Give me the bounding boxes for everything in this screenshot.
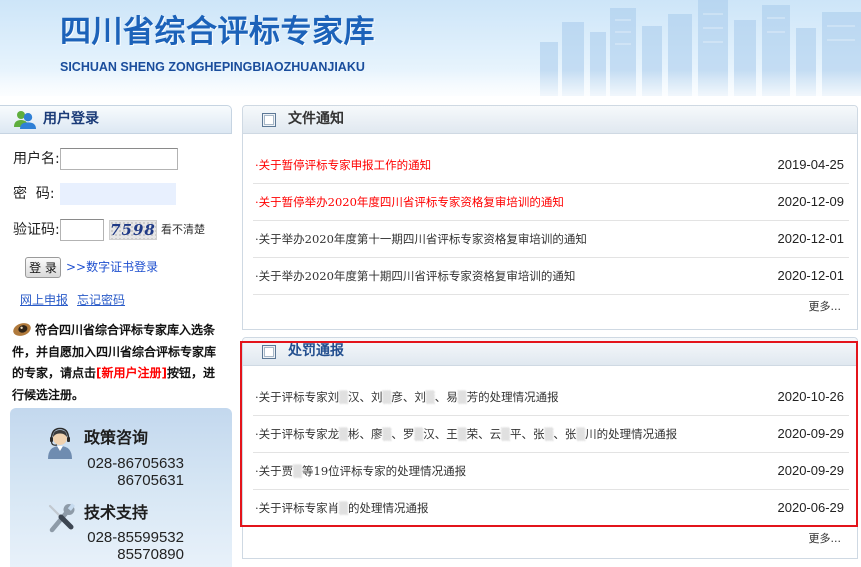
notice-icon xyxy=(12,322,32,337)
panel-title: 处罚通报 xyxy=(288,343,344,359)
new-user-register-link[interactable]: [新用户注册] xyxy=(96,366,167,380)
list-item: ·关于举办2020年度第十一期四川省评标专家资格复审培训的通知 2020-12-… xyxy=(253,221,849,258)
panel-title: 文件通知 xyxy=(288,111,344,127)
list-item: ·关于评标专家刘▒汉、刘▒彦、刘▒、易▒芳的处理情况通报 2020-10-26 xyxy=(253,379,849,416)
contact-phone: 86705631 xyxy=(117,472,184,489)
penalty-link[interactable]: ·关于评标专家刘▒汉、刘▒彦、刘▒、易▒芳的处理情况通报 xyxy=(255,379,559,415)
site-header-banner: 四川省综合评标专家库 SICHUAN SHENG ZONGHEPINGBIAOZ… xyxy=(0,0,861,96)
notice-date: 2020-12-01 xyxy=(777,231,845,246)
tools-icon xyxy=(46,502,76,534)
penalty-link[interactable]: ·关于贾▒等19位评标专家的处理情况通报 xyxy=(255,453,466,489)
captcha-label: 验证码: xyxy=(13,222,60,238)
username-input[interactable] xyxy=(60,148,178,170)
list-item: ·关于暂停评标专家申报工作的通知 2019-04-25 xyxy=(253,147,849,184)
password-input[interactable] xyxy=(60,183,176,205)
list-item: ·关于贾▒等19位评标专家的处理情况通报 2020-09-29 xyxy=(253,453,849,490)
penalty-notice-panel: 处罚通报 ·关于评标专家刘▒汉、刘▒彦、刘▒、易▒芳的处理情况通报 2020-1… xyxy=(242,337,858,559)
login-panel-header: 用户登录 xyxy=(0,105,232,134)
registration-notice: 符合四川省综合评标专家库入选条件，并自愿加入四川省综合评标专家库的专家，请点击[… xyxy=(12,320,225,406)
penalty-date: 2020-09-29 xyxy=(777,463,845,478)
panel-square-icon xyxy=(262,113,276,127)
penalty-list: ·关于评标专家刘▒汉、刘▒彦、刘▒、易▒芳的处理情况通报 2020-10-26 … xyxy=(253,379,849,527)
contact-info-box: 政策咨询 028-86705633 86705631 技术支持 028-8559… xyxy=(10,408,232,567)
captcha-image[interactable]: 7598 xyxy=(109,220,157,240)
list-item: ·关于暂停举办2020年度四川省评标专家资格复审培训的通知 2020-12-09 xyxy=(253,184,849,221)
panel-header: 文件通知 xyxy=(243,106,857,134)
notice-date: 2020-12-09 xyxy=(777,194,845,209)
notice-link[interactable]: ·关于暂停举办2020年度四川省评标专家资格复审培训的通知 xyxy=(255,184,564,220)
contact-title: 政策咨询 xyxy=(84,428,149,447)
notice-link[interactable]: ·关于暂停评标专家申报工作的通知 xyxy=(255,147,431,183)
panel-square-icon xyxy=(262,345,276,359)
list-item: ·关于评标专家龙▒彬、廖▒、罗▒汉、王▒荣、云▒平、张▒、张▒川的处理情况通报 … xyxy=(253,416,849,453)
captcha-input[interactable] xyxy=(60,219,104,241)
site-subtitle: SICHUAN SHENG ZONGHEPINGBIAOZHUANJIAKU xyxy=(60,60,365,74)
site-title: 四川省综合评标专家库 xyxy=(60,14,375,50)
notice-link[interactable]: ·关于举办2020年度第十期四川省评标专家资格复审培训的通知 xyxy=(255,258,575,294)
penalty-link[interactable]: ·关于评标专家肖▒的处理情况通报 xyxy=(255,490,429,526)
digital-certificate-login-link[interactable]: >>数字证书登录 xyxy=(66,257,158,278)
contact-group-tech-support: 技术支持 028-85599532 85570890 xyxy=(10,502,232,566)
login-button[interactable]: 登 录 xyxy=(25,257,61,278)
captcha-refresh-link[interactable]: 看不清楚 xyxy=(161,219,205,241)
forgot-password-link[interactable]: 忘记密码 xyxy=(77,292,125,309)
list-item: ·关于评标专家肖▒的处理情况通报 2020-06-29 xyxy=(253,490,849,527)
penalty-date: 2020-06-29 xyxy=(777,500,845,515)
login-panel-title: 用户登录 xyxy=(43,111,99,127)
contact-phone: 85570890 xyxy=(117,546,184,563)
notice-date: 2019-04-25 xyxy=(777,157,845,172)
penalty-date: 2020-09-29 xyxy=(777,426,845,441)
customer-service-icon xyxy=(46,427,74,459)
more-link[interactable]: 更多... xyxy=(809,530,842,548)
panel-header: 处罚通报 xyxy=(243,338,857,366)
more-link[interactable]: 更多... xyxy=(809,298,842,316)
notice-link[interactable]: ·关于举办2020年度第十一期四川省评标专家资格复审培训的通知 xyxy=(255,221,587,257)
penalty-link[interactable]: ·关于评标专家龙▒彬、廖▒、罗▒汉、王▒荣、云▒平、张▒、张▒川的处理情况通报 xyxy=(255,416,677,452)
file-notice-panel: 文件通知 ·关于暂停评标专家申报工作的通知 2019-04-25 ·关于暂停举办… xyxy=(242,105,858,330)
username-label: 用户名: xyxy=(13,151,60,167)
password-label: 密 码: xyxy=(13,186,55,202)
notice-list: ·关于暂停评标专家申报工作的通知 2019-04-25 ·关于暂停举办2020年… xyxy=(253,147,849,295)
penalty-date: 2020-10-26 xyxy=(777,389,845,404)
contact-phone: 028-86705633 xyxy=(87,455,184,472)
online-apply-link[interactable]: 网上申报 xyxy=(20,292,68,309)
contact-phone: 028-85599532 xyxy=(87,529,184,546)
notice-date: 2020-12-01 xyxy=(777,268,845,283)
contact-group-policy: 政策咨询 028-86705633 86705631 xyxy=(10,427,232,491)
list-item: ·关于举办2020年度第十期四川省评标专家资格复审培训的通知 2020-12-0… xyxy=(253,258,849,295)
user-group-icon xyxy=(14,110,36,129)
contact-title: 技术支持 xyxy=(84,503,149,522)
